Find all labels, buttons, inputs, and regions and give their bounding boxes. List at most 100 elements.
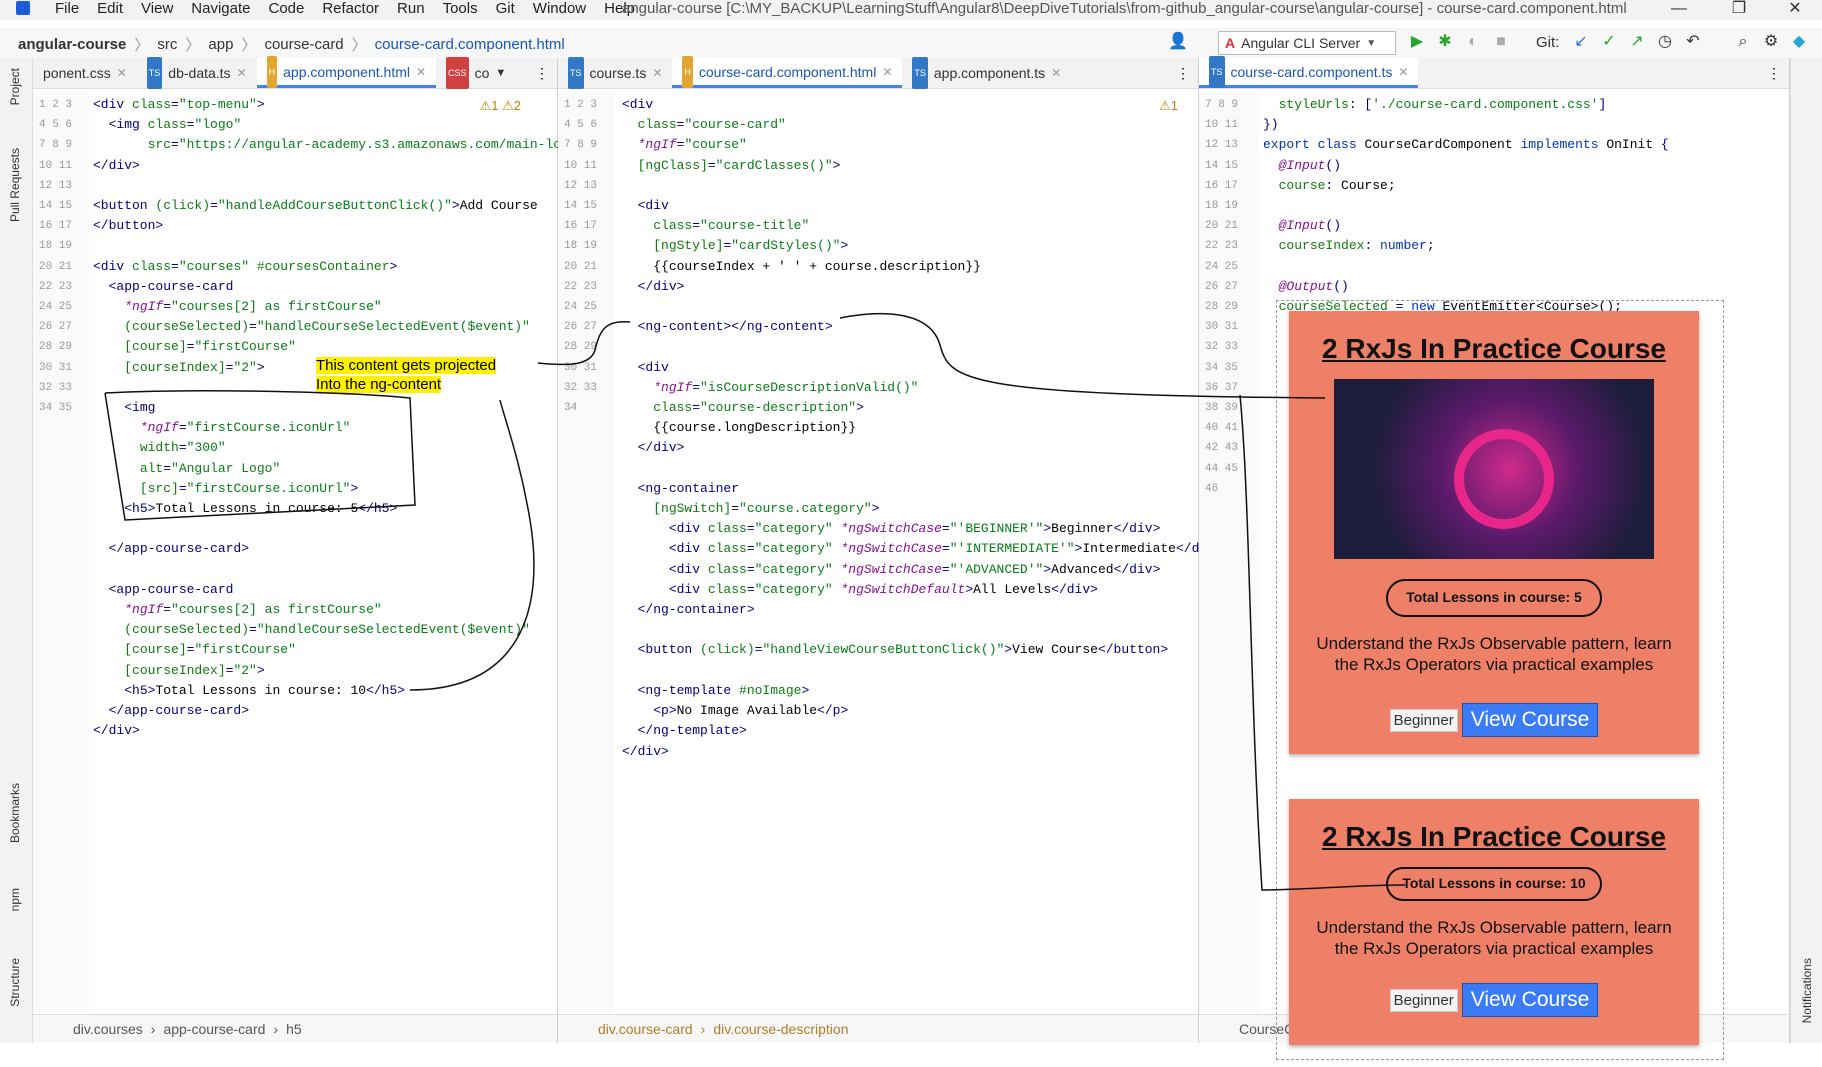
toolbox-icon[interactable]: ◆ bbox=[1790, 33, 1808, 51]
html-file-icon: H bbox=[682, 55, 693, 88]
menu-edit[interactable]: Edit bbox=[97, 0, 123, 18]
code-editor[interactable]: <div class="top-menu"> <img class="logo"… bbox=[93, 95, 569, 742]
close-tab-icon[interactable]: ✕ bbox=[416, 57, 426, 87]
left-tool-strip: Project Pull Requests Bookmarks npm Stru… bbox=[0, 58, 33, 1043]
breadcrumb-src[interactable]: src bbox=[157, 36, 177, 53]
course-card: 2 RxJs In Practice Course Total Lessons … bbox=[1289, 311, 1699, 754]
status-crumb[interactable]: h5 bbox=[286, 1021, 302, 1037]
menu-items: File Edit View Navigate Code Refactor Ru… bbox=[55, 0, 635, 18]
code-editor[interactable]: <div class="course-card" *ngIf="course" … bbox=[622, 95, 1215, 762]
category-badge: Beginner bbox=[1389, 708, 1458, 732]
chevron-down-icon: ▼ bbox=[1366, 37, 1377, 49]
breadcrumb-status-bar: div.course-card › div.course-description bbox=[558, 1014, 1198, 1043]
lessons-count: Total Lessons in course: 10 bbox=[1402, 875, 1586, 891]
user-icon[interactable]: 👤 bbox=[1168, 33, 1188, 51]
project-tool-button[interactable]: Project bbox=[8, 68, 22, 105]
close-window-button[interactable]: ✕ bbox=[1780, 0, 1810, 18]
view-course-button[interactable]: View Course bbox=[1461, 703, 1599, 737]
status-crumb[interactable]: div.courses bbox=[73, 1021, 143, 1037]
minimize-button[interactable]: — bbox=[1664, 0, 1694, 18]
rxjs-logo bbox=[1454, 429, 1554, 529]
stop-icon[interactable]: ■ bbox=[1492, 33, 1510, 51]
npm-tool-button[interactable]: npm bbox=[8, 888, 22, 911]
angular-icon: A bbox=[1225, 35, 1236, 51]
run-icon[interactable]: ▶ bbox=[1408, 33, 1426, 51]
tab-course-card-html[interactable]: Hcourse-card.component.html ✕ bbox=[672, 55, 903, 88]
more-options-icon[interactable]: ⋮ bbox=[1767, 65, 1781, 82]
menu-file[interactable]: File bbox=[55, 0, 79, 18]
menu-git[interactable]: Git bbox=[496, 0, 515, 18]
close-tab-icon[interactable]: ✕ bbox=[1051, 58, 1061, 88]
git-commit-icon[interactable]: ✓ bbox=[1600, 33, 1618, 51]
line-numbers: 7 8 9 10 11 12 13 14 15 16 17 18 19 20 2… bbox=[1205, 99, 1239, 495]
history-icon[interactable]: ◷ bbox=[1656, 33, 1674, 51]
menu-window[interactable]: Window bbox=[533, 0, 586, 18]
course-title: 2 RxJs In Practice Course bbox=[1322, 333, 1666, 364]
card-actions: Beginner View Course bbox=[1289, 983, 1699, 1017]
tab-component-css-2[interactable]: CSS co ▼ bbox=[436, 57, 516, 89]
close-tab-icon[interactable]: ✕ bbox=[652, 58, 662, 88]
course-image bbox=[1334, 379, 1654, 559]
menu-view[interactable]: View bbox=[141, 0, 173, 18]
breadcrumb-file[interactable]: course-card.component.html bbox=[375, 36, 565, 53]
gear-icon[interactable]: ⚙ bbox=[1762, 33, 1780, 51]
annotation-line-1: This content gets projected bbox=[316, 357, 497, 374]
close-tab-icon[interactable]: ✕ bbox=[1398, 57, 1408, 87]
course-card: 2 RxJs In Practice Course Total Lessons … bbox=[1289, 799, 1699, 1045]
pull-requests-tool-button[interactable]: Pull Requests bbox=[8, 148, 22, 222]
lessons-count: Total Lessons in course: 5 bbox=[1406, 589, 1582, 605]
ts-file-icon: TS bbox=[912, 57, 928, 89]
status-crumb[interactable]: app-course-card bbox=[163, 1021, 265, 1037]
git-push-icon[interactable]: ↗ bbox=[1628, 33, 1646, 51]
ts-file-icon: TS bbox=[146, 57, 163, 89]
rollback-icon[interactable]: ↶ bbox=[1684, 33, 1702, 51]
lessons-wrapper: Total Lessons in course: 5 bbox=[1386, 579, 1602, 617]
chevron-down-icon[interactable]: ▼ bbox=[495, 58, 506, 88]
editor-pane-app-component: ponent.css ✕ TS db-data.ts ✕ Happ.component… bbox=[33, 55, 569, 1043]
html-file-icon: H bbox=[266, 55, 278, 88]
status-crumb[interactable]: div.course-card bbox=[598, 1021, 693, 1037]
intellij-app-icon[interactable] bbox=[16, 1, 30, 15]
more-options-icon[interactable]: ⋮ bbox=[1176, 65, 1190, 82]
menu-navigate[interactable]: Navigate bbox=[191, 0, 250, 18]
notifications-tool-button[interactable]: Notifications bbox=[1800, 958, 1814, 1023]
run-configuration-label: Angular CLI Server bbox=[1241, 35, 1361, 51]
menu-tools[interactable]: Tools bbox=[443, 0, 478, 18]
tab-component-css[interactable]: ponent.css ✕ bbox=[33, 58, 137, 88]
bookmarks-tool-button[interactable]: Bookmarks bbox=[8, 783, 22, 843]
breadcrumb-project[interactable]: angular-course bbox=[18, 36, 126, 53]
editor-tabs: TS course-card.component.ts ✕ ⋮ bbox=[1199, 55, 1789, 89]
tab-course-ts[interactable]: TS course.ts ✕ bbox=[558, 57, 672, 89]
search-icon[interactable]: ⌕ bbox=[1734, 33, 1752, 51]
status-crumb[interactable]: div.course-description bbox=[713, 1021, 848, 1037]
menu-refactor[interactable]: Refactor bbox=[322, 0, 379, 18]
close-tab-icon[interactable]: ✕ bbox=[117, 58, 127, 88]
tab-app-component-html[interactable]: Happ.component.html ✕ bbox=[256, 55, 437, 88]
view-course-button[interactable]: View Course bbox=[1461, 983, 1599, 1017]
restore-button[interactable]: ❐ bbox=[1724, 0, 1754, 18]
course-title: 2 RxJs In Practice Course bbox=[1322, 821, 1666, 852]
more-options-icon[interactable]: ⋮ bbox=[535, 65, 549, 82]
breadcrumb-app[interactable]: app bbox=[208, 36, 233, 53]
tab-course-card-ts[interactable]: TS course-card.component.ts ✕ bbox=[1199, 55, 1419, 88]
breadcrumb-course-card[interactable]: course-card bbox=[264, 36, 343, 53]
css-file-icon: CSS bbox=[446, 57, 469, 89]
code-editor[interactable]: styleUrls: ['./course-card.component.css… bbox=[1263, 95, 1669, 317]
structure-tool-button[interactable]: Structure bbox=[8, 958, 22, 1007]
category-badge: Beginner bbox=[1389, 988, 1458, 1012]
tab-label: app.component.html bbox=[283, 63, 410, 80]
tab-label: course-card.component.ts bbox=[1230, 63, 1393, 80]
menu-run[interactable]: Run bbox=[397, 0, 425, 18]
git-update-icon[interactable]: ↙ bbox=[1572, 33, 1590, 51]
git-label: Git: bbox=[1536, 34, 1560, 51]
menu-code[interactable]: Code bbox=[268, 0, 304, 18]
debug-icon[interactable]: ✱ bbox=[1436, 33, 1454, 51]
run-configuration-select[interactable]: A Angular CLI Server ▼ bbox=[1218, 31, 1396, 55]
window-title: angular-course [C:\MY_BACKUP\LearningStu… bbox=[622, 0, 1627, 17]
close-tab-icon[interactable]: ✕ bbox=[882, 57, 892, 87]
annotation-note: This content gets projected Into the ng-… bbox=[316, 356, 497, 394]
tab-app-component-ts[interactable]: TS app.component.ts ✕ bbox=[902, 57, 1071, 89]
close-tab-icon[interactable]: ✕ bbox=[237, 58, 247, 88]
tab-db-data[interactable]: TS db-data.ts ✕ bbox=[137, 57, 257, 89]
coverage-icon[interactable]: ◐ bbox=[1464, 33, 1482, 51]
